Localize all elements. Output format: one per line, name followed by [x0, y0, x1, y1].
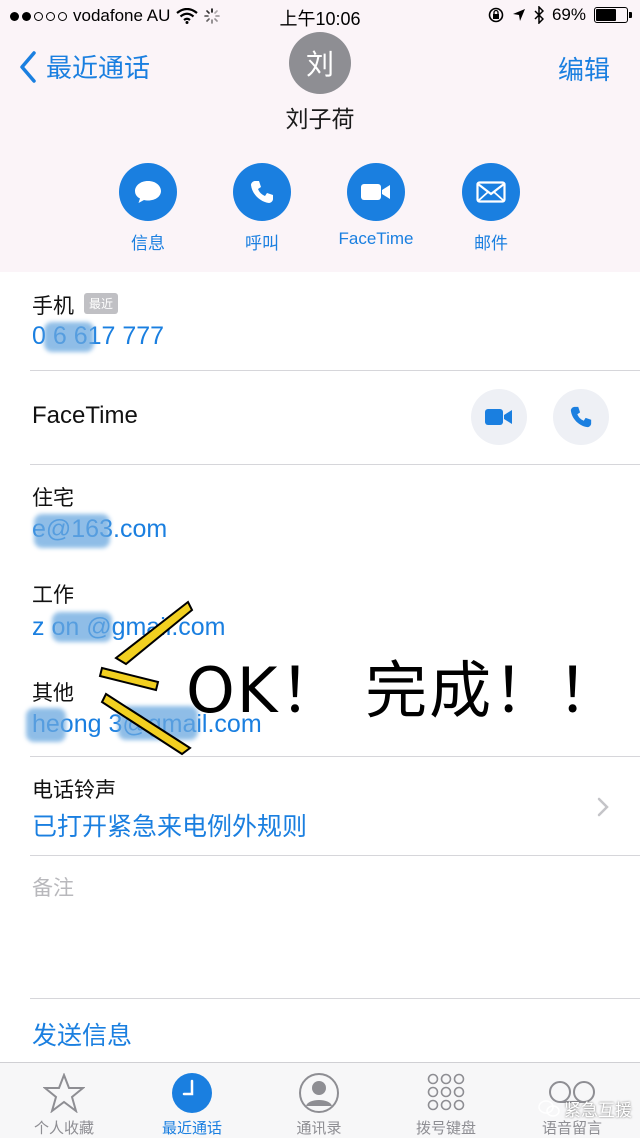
message-icon [135, 181, 161, 203]
recent-badge: 最近 [84, 293, 119, 314]
email-other-label: 其他 [32, 682, 74, 705]
facetime-video-button[interactable] [471, 389, 527, 445]
mail-icon [476, 181, 506, 203]
watermark: 紧急互援 [538, 1096, 632, 1121]
phone-icon [570, 406, 592, 428]
divider [30, 370, 640, 371]
keypad-icon [427, 1073, 465, 1111]
ringtone-value[interactable]: 已打开紧急来电例外规则 [32, 807, 307, 843]
location-icon [512, 9, 525, 21]
ringtone-label: 电话铃声 [32, 779, 116, 802]
battery-percent: 69% [551, 5, 586, 24]
tab-contacts-label: 通讯录 [296, 1120, 342, 1137]
send-message-button[interactable]: 发送信息 [32, 1016, 132, 1052]
divider [30, 998, 640, 999]
message-action-label: 信息 [131, 234, 165, 253]
status-bar: vodafone AU 上午10:06 69% [0, 0, 640, 34]
redaction-scribble [26, 708, 66, 742]
back-button[interactable]: 最近通话 [18, 48, 150, 85]
facetime-action-button[interactable]: FaceTime [321, 163, 431, 249]
call-action-button[interactable]: 呼叫 [207, 163, 317, 254]
tab-recents-label: 最近通话 [161, 1120, 222, 1137]
star-icon [43, 1073, 85, 1113]
contact-name: 刘子荷 [285, 106, 355, 132]
chevron-left-icon [20, 50, 36, 83]
divider [30, 464, 640, 465]
tab-keypad-label: 拨号键盘 [415, 1120, 476, 1137]
notes-field[interactable]: 备注 [32, 872, 74, 902]
rotation-lock-icon [488, 7, 504, 23]
video-icon [361, 184, 390, 200]
tab-contacts[interactable]: 通讯录 [259, 1071, 379, 1138]
redaction-scribble [44, 322, 94, 352]
video-icon [485, 409, 512, 425]
phone-label: 手机 [32, 295, 74, 318]
tab-favorites-label: 个人收藏 [33, 1120, 94, 1137]
tab-favorites[interactable]: 个人收藏 [4, 1071, 124, 1138]
email-home-label: 住宅 [32, 487, 74, 510]
tab-recents[interactable]: 最近通话 [132, 1071, 252, 1138]
facetime-label: FaceTime [32, 402, 138, 429]
mail-action-label: 邮件 [474, 234, 508, 253]
chevron-right-icon[interactable] [596, 796, 610, 818]
clock-icon [172, 1073, 212, 1113]
divider [30, 855, 640, 856]
watermark-text: 紧急互援 [564, 1101, 632, 1120]
back-button-label: 最近通话 [46, 53, 151, 83]
redaction-scribble [34, 514, 110, 548]
ok-annotation-text: OK！ 完成！！ [186, 654, 622, 727]
tab-keypad[interactable]: 拨号键盘 [386, 1071, 506, 1138]
facetime-audio-button[interactable] [553, 389, 609, 445]
facetime-action-label: FaceTime [338, 229, 414, 248]
phone-icon [251, 181, 273, 203]
bluetooth-icon [534, 6, 544, 24]
divider [30, 756, 640, 757]
message-action-button[interactable]: 信息 [93, 163, 203, 254]
edit-button[interactable]: 编辑 [558, 50, 610, 87]
email-work-label: 工作 [32, 584, 74, 607]
person-icon [299, 1073, 339, 1113]
mail-action-button[interactable]: 邮件 [436, 163, 546, 254]
avatar: 刘 [289, 32, 351, 94]
call-action-label: 呼叫 [245, 234, 279, 253]
wechat-icon [538, 1099, 560, 1117]
battery-icon [594, 7, 632, 23]
